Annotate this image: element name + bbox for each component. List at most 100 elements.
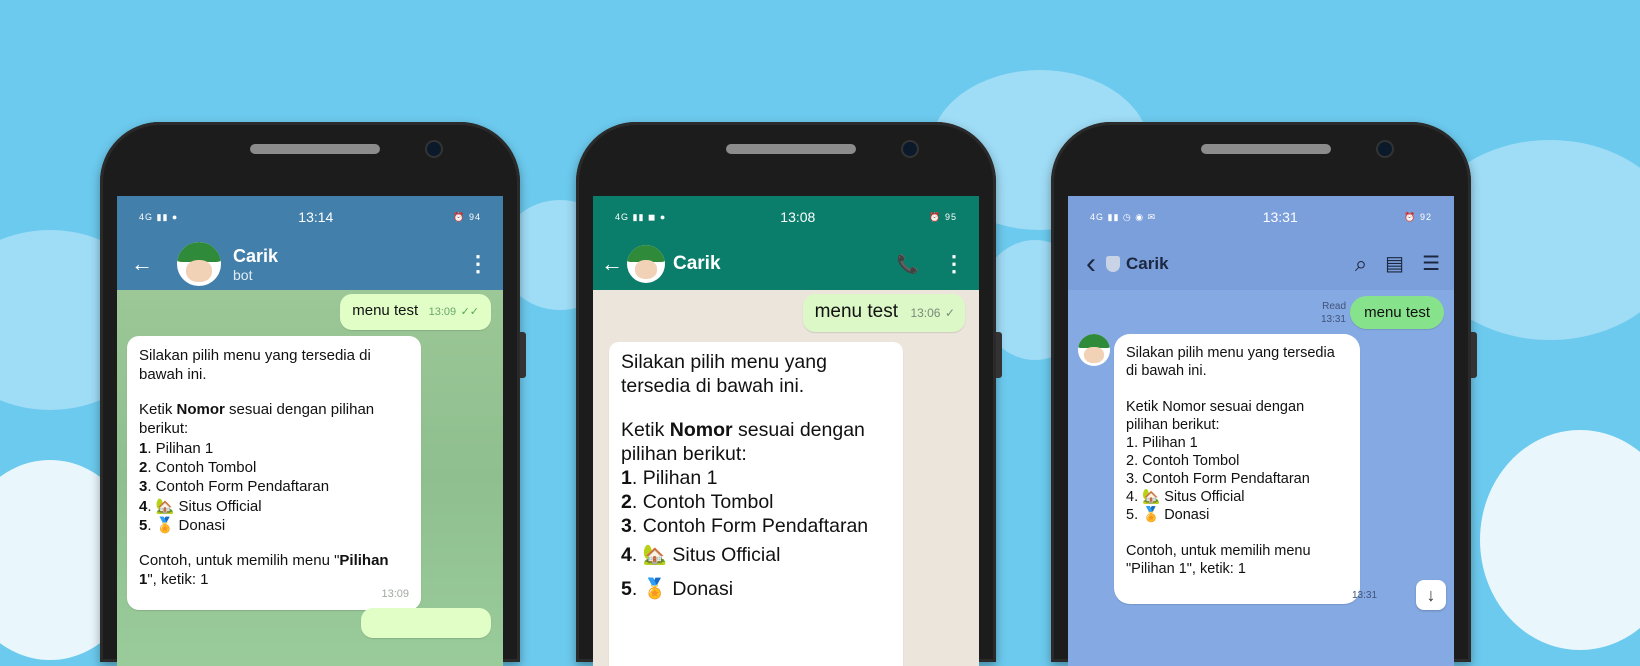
- status-signal-icons: 4G ▮▮ ●: [139, 211, 179, 222]
- more-options-icon[interactable]: ⋮: [467, 253, 489, 275]
- status-battery-icons: ⏰ 92: [1404, 211, 1432, 222]
- message-line: Silakan pilih menu yang tersedia di: [139, 347, 371, 364]
- message-line: di bawah ini.: [1126, 363, 1207, 379]
- menu-item: 3. Contoh Form Pendaftaran: [621, 514, 869, 537]
- status-signal-icons: 4G ▮▮ ◼ ●: [615, 211, 667, 222]
- phone-camera: [903, 142, 917, 156]
- menu-item: 2. Contoh Tombol: [621, 490, 774, 513]
- status-time: 13:08: [780, 209, 816, 225]
- read-time: 13:31: [1320, 314, 1346, 325]
- message-text: sesuai dengan pilihan: [224, 400, 375, 418]
- scroll-down-button[interactable]: ↓: [1416, 580, 1446, 610]
- message-line: Ketik Nomor sesuai dengan: [621, 418, 865, 441]
- chat-area[interactable]: Read 13:31 menu test Silakan pilih menu …: [1068, 290, 1454, 666]
- chat-header: ← Carik 📞 ⋮: [593, 238, 979, 290]
- sent-message-bubble-partial: [361, 608, 491, 638]
- phone-side-button: [520, 332, 526, 378]
- background-cloud: [1480, 430, 1640, 650]
- sent-message-text: menu test: [814, 301, 898, 322]
- status-bar: 4G ▮▮ ◼ ● 13:08 ⏰ 95: [593, 196, 979, 238]
- menu-item: 5. 🏅 Donasi: [1126, 507, 1210, 523]
- read-receipt: Read 13:31: [1321, 300, 1346, 326]
- sent-message-time: 13:09: [428, 306, 457, 318]
- shield-icon: [1106, 256, 1120, 272]
- chat-header: ‹ Carik ⌕ ▤ ☰: [1068, 238, 1454, 290]
- status-time: 13:31: [1262, 209, 1298, 225]
- message-line: pilihan berikut:: [621, 442, 747, 465]
- message-line: Ketik Nomor sesuai dengan pilihan: [139, 400, 409, 419]
- sent-message-time: 13:06: [910, 306, 941, 320]
- message-line: 1", ketik: 1: [139, 571, 209, 589]
- menu-item: 4. 🏡 Situs Official: [1126, 489, 1245, 505]
- message-bold-text: Nomor: [176, 400, 225, 418]
- message-text: Ketik: [139, 400, 177, 418]
- status-bar: 4G ▮▮ ● 13:14 ⏰ 94: [117, 196, 503, 238]
- phone-telegram: 4G ▮▮ ● 13:14 ⏰ 94 ← Carik bot ⋮ menu te…: [100, 122, 526, 666]
- status-battery-icons: ⏰ 94: [453, 211, 481, 222]
- status-signal-icons: 4G ▮▮ ◷ ◉ ✉: [1090, 211, 1157, 222]
- message-line: Silakan pilih menu yang: [621, 351, 827, 373]
- avatar[interactable]: [627, 245, 665, 283]
- menu-item: 5. 🏅 Donasi: [139, 517, 226, 535]
- contact-name[interactable]: Carik: [1126, 254, 1355, 274]
- phone-side-button: [1471, 332, 1477, 378]
- whatsapp-screen: 4G ▮▮ ◼ ● 13:08 ⏰ 95 ← Carik 📞 ⋮ menu te…: [593, 196, 979, 666]
- received-message-bubble[interactable]: Silakan pilih menu yang tersedia di bawa…: [1114, 334, 1360, 604]
- chat-area[interactable]: menu test 13:09 ✓✓ Silakan pilih menu ya…: [117, 290, 503, 666]
- phone-speaker: [250, 144, 380, 154]
- sent-message-bubble[interactable]: menu test 13:06 ✓: [802, 294, 965, 332]
- add-call-icon[interactable]: 📞: [897, 255, 919, 273]
- back-arrow-icon[interactable]: ←: [601, 253, 623, 275]
- phone-speaker: [1201, 144, 1331, 154]
- message-line: tersedia di bawah ini.: [621, 375, 805, 397]
- sent-message-bubble[interactable]: menu test: [1350, 296, 1444, 329]
- sent-message-bubble[interactable]: menu test 13:09 ✓✓: [340, 294, 491, 330]
- arrow-down-icon: ↓: [1426, 584, 1436, 605]
- contact-status: bot: [233, 266, 253, 283]
- chat-header: ← Carik bot ⋮: [117, 238, 503, 290]
- received-message-bubble[interactable]: Silakan pilih menu yang tersedia di bawa…: [127, 336, 421, 610]
- message-line: "Pilihan 1", ketik: 1: [1126, 561, 1246, 577]
- menu-item: 2. Contoh Tombol: [1126, 453, 1240, 469]
- status-battery-icons: ⏰ 95: [929, 211, 957, 222]
- telegram-screen: 4G ▮▮ ● 13:14 ⏰ 94 ← Carik bot ⋮ menu te…: [117, 196, 503, 666]
- received-message-bubble[interactable]: Silakan pilih menu yang tersedia di bawa…: [609, 342, 903, 666]
- received-message-time: 13:31: [1352, 590, 1378, 601]
- chat-area[interactable]: menu test 13:06 ✓ Silakan pilih menu yan…: [593, 290, 979, 666]
- message-line: bawah ini.: [139, 366, 207, 384]
- read-check-icon: ✓✓: [460, 306, 479, 318]
- menu-item: 1. Pilihan 1: [1126, 435, 1198, 451]
- message-line: berikut:: [139, 420, 189, 438]
- sent-message-text: menu test: [1364, 304, 1430, 321]
- back-chevron-icon[interactable]: ‹: [1086, 249, 1096, 279]
- menu-item: 3. Contoh Form Pendaftaran: [1126, 471, 1310, 487]
- message-line: pilihan berikut:: [1126, 417, 1220, 433]
- menu-item: 1. Pilihan 1: [621, 466, 718, 489]
- more-options-icon[interactable]: ⋮: [943, 253, 965, 275]
- notes-icon[interactable]: ▤: [1385, 254, 1404, 274]
- message-line: Ketik Nomor sesuai dengan: [1126, 399, 1305, 415]
- contact-name[interactable]: Carik: [673, 253, 897, 275]
- menu-item: 1. Pilihan 1: [139, 439, 214, 457]
- phone-camera: [427, 142, 441, 156]
- read-label: Read: [1322, 301, 1346, 312]
- menu-item: 4. 🏡 Situs Official: [139, 497, 262, 515]
- phone-camera: [1378, 142, 1392, 156]
- menu-icon[interactable]: ☰: [1422, 254, 1440, 274]
- message-line: Contoh, untuk memilih menu: [1126, 543, 1311, 559]
- line-screen: 4G ▮▮ ◷ ◉ ✉ 13:31 ⏰ 92 ‹ Carik ⌕ ▤ ☰ Rea…: [1068, 196, 1454, 666]
- menu-item: 2. Contoh Tombol: [139, 459, 257, 477]
- phone-side-button: [996, 332, 1002, 378]
- message-line: Contoh, untuk memilih menu "Pilihan: [139, 551, 389, 569]
- bot-avatar[interactable]: [1078, 334, 1110, 366]
- status-time: 13:14: [298, 209, 334, 225]
- sent-message-text: menu test: [352, 302, 419, 319]
- phone-speaker: [726, 144, 856, 154]
- back-arrow-icon[interactable]: ←: [131, 253, 153, 275]
- phone-line: 4G ▮▮ ◷ ◉ ✉ 13:31 ⏰ 92 ‹ Carik ⌕ ▤ ☰ Rea…: [1051, 122, 1477, 666]
- avatar[interactable]: [177, 242, 221, 286]
- search-icon[interactable]: ⌕: [1355, 253, 1367, 275]
- menu-item: 3. Contoh Form Pendaftaran: [139, 478, 330, 496]
- status-bar: 4G ▮▮ ◷ ◉ ✉ 13:31 ⏰ 92: [1068, 196, 1454, 238]
- contact-name[interactable]: Carik: [233, 246, 467, 267]
